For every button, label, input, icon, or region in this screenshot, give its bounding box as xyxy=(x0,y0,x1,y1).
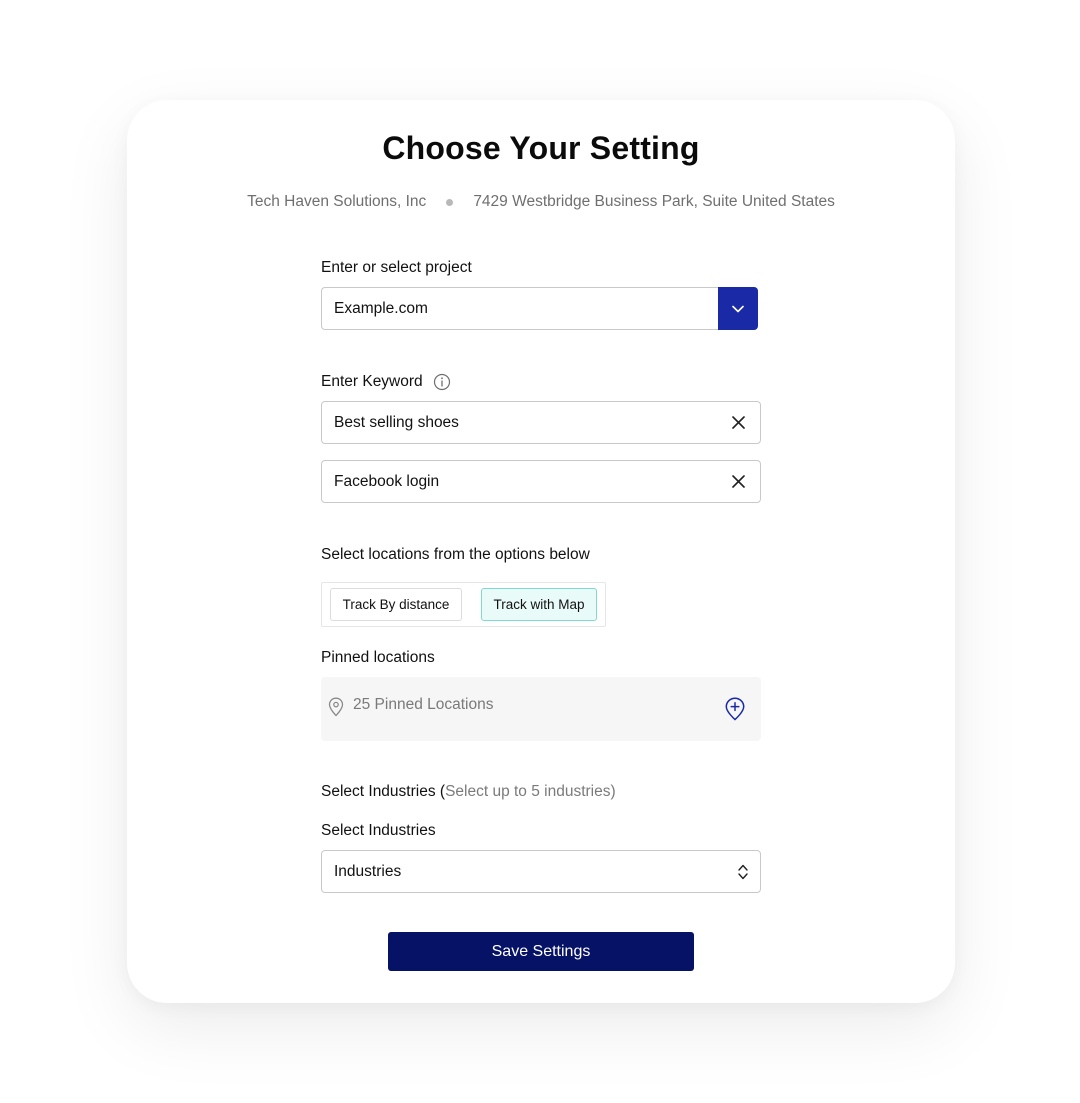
keyword-value[interactable]: Facebook login xyxy=(334,473,728,491)
industries-heading: Select Industries (Select up to 5 indust… xyxy=(321,783,616,801)
close-icon xyxy=(731,416,745,429)
keyword-field[interactable]: Facebook login xyxy=(321,460,761,503)
clear-keyword-button[interactable] xyxy=(728,413,748,433)
project-input[interactable]: Example.com xyxy=(321,287,718,330)
select-stepper[interactable] xyxy=(738,864,748,880)
locations-label: Select locations from the options below xyxy=(321,546,590,563)
keyword-value[interactable]: Best selling shoes xyxy=(334,414,728,432)
company-address: 7429 Westbridge Business Park, Suite Uni… xyxy=(473,193,835,210)
close-icon xyxy=(731,475,745,488)
industries-select[interactable]: Industries xyxy=(321,850,761,893)
project-dropdown-button[interactable] xyxy=(718,287,758,330)
chevron-down-icon xyxy=(732,305,744,312)
keyword-label: Enter Keyword xyxy=(321,373,423,390)
chevron-up-icon xyxy=(738,864,748,871)
location-mode-toggle: Track By distance Track with Map xyxy=(321,582,606,627)
settings-card: Choose Your Setting Tech Haven Solutions… xyxy=(127,100,955,1003)
industries-heading-text: Select Industries ( xyxy=(321,783,446,800)
industries-value[interactable]: Industries xyxy=(334,863,738,881)
clear-keyword-button[interactable] xyxy=(728,472,748,492)
add-location-icon[interactable] xyxy=(725,697,745,721)
page-title: Choose Your Setting xyxy=(382,130,700,166)
track-with-map-button[interactable]: Track with Map xyxy=(481,588,597,621)
project-label: Enter or select project xyxy=(321,259,472,276)
track-by-distance-button[interactable]: Track By distance xyxy=(330,588,462,621)
info-icon[interactable] xyxy=(433,373,451,391)
save-settings-button[interactable]: Save Settings xyxy=(388,932,694,971)
industries-label: Select Industries xyxy=(321,822,436,839)
project-combobox[interactable]: Example.com xyxy=(321,287,758,330)
pinned-label: Pinned locations xyxy=(321,649,435,666)
company-name: Tech Haven Solutions, Inc xyxy=(247,193,427,210)
company-info: Tech Haven Solutions, Inc 7429 Westbridg… xyxy=(127,193,955,211)
keyword-field[interactable]: Best selling shoes xyxy=(321,401,761,444)
separator-dot xyxy=(446,198,454,206)
map-pin-icon xyxy=(328,697,344,717)
industries-hint: Select up to 5 industries) xyxy=(445,783,616,800)
keyword-label-row: Enter Keyword xyxy=(321,373,451,391)
pinned-locations-field[interactable]: 25 Pinned Locations xyxy=(321,677,761,741)
chevron-down-icon xyxy=(738,872,748,879)
pinned-summary: 25 Pinned Locations xyxy=(353,696,494,713)
